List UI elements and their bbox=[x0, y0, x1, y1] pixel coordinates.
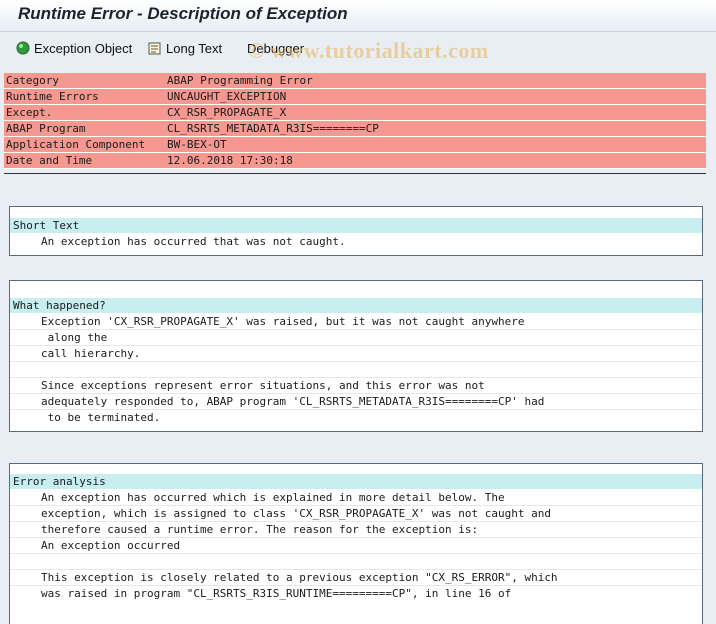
header-row-date-time: Date and Time 12.06.2018 17:30:18 bbox=[4, 153, 706, 169]
what-happened-line: Exception 'CX_RSR_PROPAGATE_X' was raise… bbox=[41, 315, 525, 328]
header-row-abap-program: ABAP Program CL_RSRTS_METADATA_R3IS=====… bbox=[4, 121, 706, 137]
header-value: CX_RSR_PROPAGATE_X bbox=[167, 106, 287, 119]
short-text-line: An exception has occurred that was not c… bbox=[41, 235, 346, 248]
short-text-section: Short Text An exception has occurred tha… bbox=[9, 206, 703, 256]
error-analysis-section: Error analysis An exception has occurred… bbox=[9, 463, 703, 624]
error-analysis-line: This exception is closely related to a p… bbox=[41, 571, 558, 584]
header-value: 12.06.2018 17:30:18 bbox=[167, 154, 293, 167]
exception-object-label: Exception Object bbox=[34, 40, 133, 56]
error-analysis-line: exception, which is assigned to class 'C… bbox=[41, 507, 551, 520]
short-text-heading: Short Text bbox=[10, 218, 702, 233]
header-value: CL_RSRTS_METADATA_R3IS========CP bbox=[167, 122, 379, 135]
long-text-button[interactable]: Long Text bbox=[148, 39, 222, 57]
header-key: Except. bbox=[6, 106, 53, 119]
header-row-except: Except. CX_RSR_PROPAGATE_X bbox=[4, 105, 706, 121]
content-area: Category ABAP Programming Error Runtime … bbox=[0, 66, 716, 624]
header-key: Runtime Errors bbox=[6, 90, 99, 103]
header-key: Application Component bbox=[6, 138, 146, 151]
what-happened-line: Since exceptions represent error situati… bbox=[41, 379, 485, 392]
header-value: BW-BEX-OT bbox=[167, 138, 227, 151]
header-row-category: Category ABAP Programming Error bbox=[4, 73, 706, 89]
header-row-application-component: Application Component BW-BEX-OT bbox=[4, 137, 706, 153]
error-analysis-line: An exception occurred bbox=[41, 539, 181, 552]
what-happened-line: along the bbox=[41, 331, 108, 344]
error-analysis-heading: Error analysis bbox=[10, 474, 702, 489]
exception-object-button[interactable]: Exception Object bbox=[16, 39, 132, 57]
what-happened-line: call hierarchy. bbox=[41, 347, 141, 360]
separator-line bbox=[4, 173, 706, 174]
header-value: UNCAUGHT_EXCEPTION bbox=[167, 90, 287, 103]
long-text-label: Long Text bbox=[166, 40, 223, 56]
error-analysis-line: was raised in program "CL_RSRTS_R3IS_RUN… bbox=[41, 587, 512, 600]
header-value: ABAP Programming Error bbox=[167, 74, 313, 87]
exception-object-icon bbox=[16, 41, 30, 55]
what-happened-section: What happened? Exception 'CX_RSR_PROPAGA… bbox=[9, 280, 703, 432]
what-happened-line: adequately responded to, ABAP program 'C… bbox=[41, 395, 545, 408]
long-text-icon bbox=[148, 41, 162, 55]
what-happened-line: to be terminated. bbox=[41, 411, 161, 424]
header-row-runtime-errors: Runtime Errors UNCAUGHT_EXCEPTION bbox=[4, 89, 706, 105]
error-analysis-line: therefore caused a runtime error. The re… bbox=[41, 523, 479, 536]
header-key: Category bbox=[6, 74, 59, 87]
error-analysis-line: An exception has occurred which is expla… bbox=[41, 491, 505, 504]
header-table: Category ABAP Programming Error Runtime … bbox=[4, 73, 706, 169]
header-key: ABAP Program bbox=[6, 122, 86, 135]
watermark: © www.tutorialkart.com bbox=[248, 38, 489, 63]
title-bar: Runtime Error - Description of Exception bbox=[0, 0, 716, 32]
window-title: Runtime Error - Description of Exception bbox=[18, 4, 348, 23]
header-key: Date and Time bbox=[6, 154, 93, 167]
what-happened-heading: What happened? bbox=[10, 298, 702, 313]
